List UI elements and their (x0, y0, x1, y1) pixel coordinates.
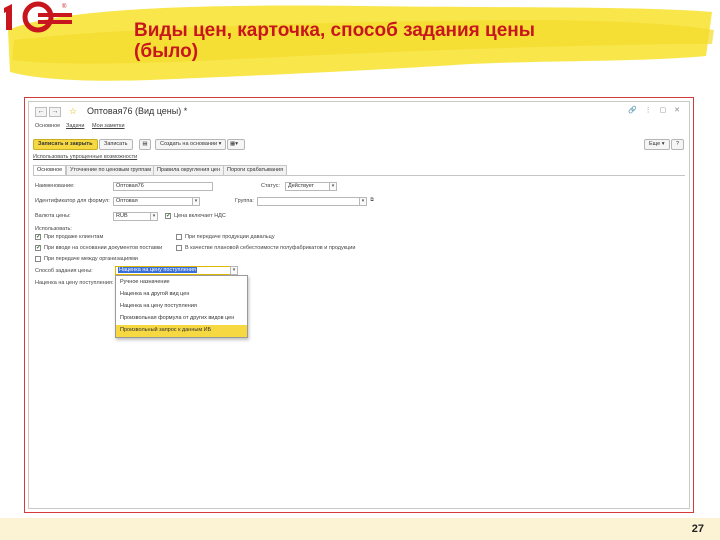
favorite-star-icon[interactable]: ☆ (67, 107, 79, 117)
tab-price-groups[interactable]: Уточнение по ценовым группам (66, 165, 156, 175)
price-method-selected-text: Наценка на цену поступления (118, 267, 197, 273)
checkbox-to-tolling-label: При передаче продукции давальцу (185, 234, 275, 240)
checkbox-supply-docs-label: При вводе на основании документов постав… (44, 245, 163, 251)
tab-thresholds[interactable]: Пороги срабатывания (223, 165, 288, 175)
group-dropdown-icon[interactable]: ▾ (359, 197, 367, 206)
checkbox-between-orgs[interactable] (35, 256, 41, 262)
currency-dropdown-icon[interactable]: ▾ (150, 212, 158, 221)
svg-text:®: ® (62, 3, 67, 10)
page-number: 27 (691, 523, 704, 535)
save-button[interactable]: Записать (99, 139, 133, 150)
window-controls[interactable]: 🔗 ⋮ ▢ ✕ (628, 106, 683, 114)
name-label: Наименование: (35, 183, 75, 189)
identifier-dropdown-icon[interactable]: ▾ (192, 197, 200, 206)
logo-1c-icon: ® (4, 1, 72, 33)
more-button[interactable]: Еще ▾ (644, 139, 670, 150)
slide-footer (0, 518, 720, 540)
tab-main[interactable]: Основное (33, 165, 67, 175)
option-manual[interactable]: Ручное назначение (116, 277, 247, 289)
price-method-dropdown-list: Ручное назначение Наценка на другой вид … (115, 275, 248, 338)
status-label: Статус: (261, 183, 280, 189)
price-method-field[interactable]: Наценка на цену поступления (115, 266, 231, 275)
group-label: Группа: (235, 198, 254, 204)
checkbox-sale-to-clients-label: При продаже клиентам (44, 234, 104, 240)
status-dropdown-icon[interactable]: ▾ (329, 182, 337, 191)
save-and-close-button[interactable]: Записать и закрыть (33, 139, 98, 150)
back-button[interactable]: ← (35, 107, 47, 117)
slide-header: ® Виды цен, карточка, способ задания цен… (0, 0, 720, 92)
identifier-field[interactable]: Оптовая (113, 197, 193, 206)
price-method-label: Способ задания цены: (35, 268, 93, 274)
create-based-on-label: Создать на основании (160, 141, 218, 147)
currency-label: Валюта цены: (35, 213, 71, 219)
identifier-label: Идентификатор для формул: (35, 198, 110, 204)
option-markup-receipt[interactable]: Наценка на цену поступления (116, 301, 247, 313)
tab-rounding-rules[interactable]: Правила округления цен (153, 165, 225, 175)
checkbox-planned-cost[interactable] (176, 245, 182, 251)
tab-divider (33, 175, 685, 176)
option-formula[interactable]: Произвольная формула от других видов цен (116, 313, 247, 325)
nav-link-main[interactable]: Основное (35, 123, 60, 129)
nav-link-tasks[interactable]: Задачи (66, 123, 84, 129)
checkbox-sale-to-clients[interactable]: ✓ (35, 234, 41, 240)
group-field[interactable] (257, 197, 360, 206)
document-icon[interactable]: ▤ (139, 139, 151, 150)
window-title: Оптовая76 (Вид цены) * (87, 106, 188, 116)
app-window: ← → ☆ Оптовая76 (Вид цены) * 🔗 ⋮ ▢ ✕ Осн… (28, 101, 690, 509)
more-label: Еще (649, 141, 661, 147)
slide-title: Виды цен, карточка, способ задания цены … (134, 20, 535, 62)
create-based-on-button[interactable]: Создать на основании ▾ (155, 139, 227, 150)
report-menu-icon[interactable]: ▦▾ (227, 139, 245, 150)
nav-link-notes[interactable]: Мои заметки (92, 123, 125, 129)
status-field[interactable]: Действует (285, 182, 330, 191)
simplified-features-link[interactable]: Использовать упрощенные возможности (33, 154, 137, 160)
open-icon[interactable]: ⧉ (368, 197, 376, 206)
checkbox-supply-docs[interactable]: ✓ (35, 245, 41, 251)
currency-field[interactable]: RUB (113, 212, 151, 221)
option-query[interactable]: Произвольный запрос к данным ИБ (116, 325, 247, 337)
checkbox-between-orgs-label: При передаче между организациями (44, 256, 138, 262)
forward-button[interactable]: → (49, 107, 61, 117)
option-markup-other[interactable]: Наценка на другой вид цен (116, 289, 247, 301)
price-method-dropdown-icon[interactable]: ▾ (230, 266, 238, 275)
checkbox-planned-cost-label: В качестве плановой себестоимости полуфа… (185, 245, 356, 251)
vat-checkbox[interactable]: ✓ (165, 213, 171, 219)
name-field[interactable]: Оптовая76 (113, 182, 213, 191)
use-label: Использовать: (35, 226, 72, 232)
checkbox-to-tolling[interactable] (176, 234, 182, 240)
screenshot-frame: ← → ☆ Оптовая76 (Вид цены) * 🔗 ⋮ ▢ ✕ Осн… (24, 97, 694, 513)
vat-label: Цена включает НДС (174, 213, 226, 219)
help-button[interactable]: ? (671, 139, 685, 150)
markup-label: Наценка на цену поступления: (35, 280, 114, 286)
